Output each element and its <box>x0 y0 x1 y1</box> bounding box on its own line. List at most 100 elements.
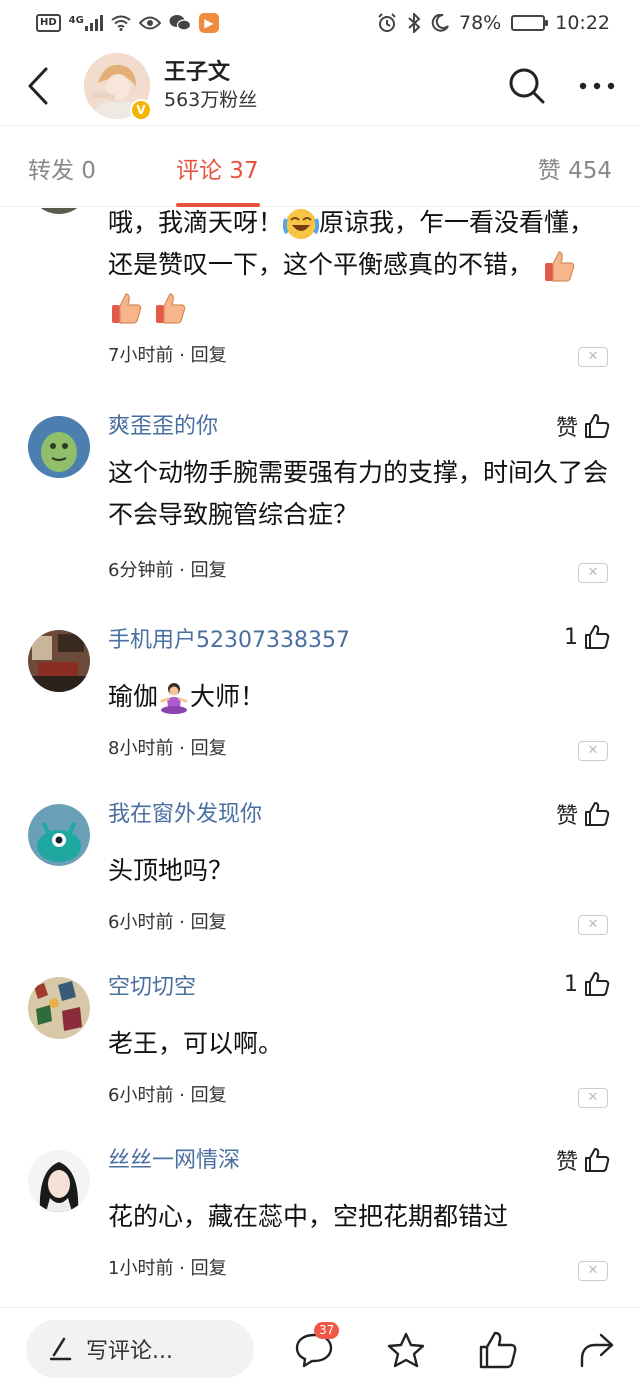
yoga-emoji-icon <box>160 683 188 714</box>
comment-text: 花的心，藏在蕊中，空把花期都错过 <box>108 1202 509 1231</box>
author-info: 王子文 563万粉丝 <box>164 59 492 113</box>
post-tabs: 转发 0 评论 37 赞 454 <box>0 127 640 207</box>
bottom-action-bar: 写评论... 37 <box>0 1307 640 1387</box>
comment-like-button[interactable]: 赞 <box>556 410 610 442</box>
thumbs-up-icon <box>585 802 610 826</box>
back-arrow-icon <box>28 67 48 104</box>
share-button[interactable] <box>574 1328 618 1372</box>
commenter-name[interactable]: 丝丝一网情深 <box>108 1146 240 1176</box>
status-bar: HD 4G ▶ 78% 10:22 <box>0 0 640 46</box>
thumbs-up-icon <box>479 1331 517 1369</box>
comment-like-count: 1 <box>564 624 578 650</box>
comment-meta[interactable]: 1小时前 · 回复 <box>108 1256 227 1282</box>
wifi-icon <box>111 15 131 31</box>
active-tab-indicator <box>176 203 260 207</box>
pencil-icon <box>50 1337 72 1361</box>
comment-button[interactable]: 37 <box>292 1322 340 1372</box>
share-arrow-icon <box>580 1333 614 1368</box>
tab-like[interactable]: 赞 454 <box>538 127 612 207</box>
comment-like-label: 赞 <box>555 416 578 441</box>
tab-comment[interactable]: 评论 37 <box>176 127 259 207</box>
commenter-avatar[interactable] <box>28 977 90 1039</box>
author-name[interactable]: 王子文 <box>164 59 492 87</box>
comment-like-button[interactable]: 赞 <box>556 798 610 830</box>
comment-text: 这个动物手腕需要强有力的支撑，时间久了会不会导致腕管综合症？ <box>108 458 609 529</box>
search-icon <box>509 68 545 103</box>
comment-meta[interactable]: 6分钟前 · 回复 <box>108 558 227 584</box>
thumbs-up-icon <box>585 972 610 996</box>
commenter-avatar[interactable] <box>28 1150 90 1212</box>
battery-icon <box>511 15 549 31</box>
wechat-icon <box>169 15 191 31</box>
commenter-name[interactable]: 空切切空 <box>108 973 196 1003</box>
hd-indicator: HD <box>36 14 61 32</box>
avatar-dino-image <box>28 416 90 478</box>
write-comment-input[interactable]: 写评论... <box>26 1320 254 1378</box>
dismiss-button[interactable]: ✕ <box>578 915 608 935</box>
write-comment-placeholder: 写评论... <box>86 1339 173 1364</box>
eye-icon <box>138 16 161 30</box>
commenter-avatar[interactable] <box>28 208 90 214</box>
back-button[interactable] <box>0 46 76 126</box>
comment-meta[interactable]: 7小时前 · 回复 <box>108 343 227 369</box>
comment-count-badge: 37 <box>314 1322 340 1339</box>
commenter-name[interactable]: 手机用户52307338357 <box>108 626 350 656</box>
dismiss-button[interactable]: ✕ <box>578 1088 608 1108</box>
bluetooth-icon <box>408 13 421 33</box>
comment-text: 哦，我滴天呀！ 原谅我，乍一看没看懂，还是赞叹一下，这个平衡感真的不错， <box>108 208 610 328</box>
more-button[interactable] <box>562 46 632 126</box>
commenter-name[interactable]: 我在窗外发现你 <box>108 800 262 830</box>
comment-like-button[interactable]: 1 <box>564 971 610 997</box>
comment-text: 瑜伽 大师！ <box>108 676 610 718</box>
avatar-monster-image <box>28 804 90 866</box>
comment-meta[interactable]: 8小时前 · 回复 <box>108 736 227 762</box>
profile-header: V 王子文 563万粉丝 <box>0 46 640 126</box>
avatar-room-image <box>28 630 90 692</box>
clock: 10:22 <box>555 12 610 34</box>
commenter-avatar[interactable] <box>28 630 90 692</box>
author-avatar[interactable]: V <box>84 52 152 121</box>
avatar-woman-image <box>28 1150 90 1212</box>
signal-icon <box>84 15 103 31</box>
search-button[interactable] <box>492 46 562 126</box>
thumbs-up-icon <box>585 625 610 649</box>
comment-text: 老王，可以啊。 <box>108 1029 284 1058</box>
moon-icon <box>431 14 449 32</box>
dismiss-button[interactable]: ✕ <box>578 741 608 761</box>
status-right: 78% 10:22 <box>377 12 610 34</box>
commenter-avatar[interactable] <box>28 804 90 866</box>
dismiss-button[interactable]: ✕ <box>578 563 608 583</box>
comment-like-button[interactable]: 赞 <box>556 1144 610 1176</box>
battery-percent: 78% <box>459 12 502 34</box>
more-dots-icon <box>579 82 615 89</box>
verified-badge: V <box>130 98 152 121</box>
comment-like-count: 1 <box>564 971 578 997</box>
thumbs-up-emoji-icon <box>544 251 575 282</box>
commenter-avatar[interactable] <box>28 416 90 478</box>
dismiss-button[interactable]: ✕ <box>578 1261 608 1281</box>
comment-like-label: 赞 <box>555 804 578 829</box>
alarm-icon <box>378 13 396 32</box>
comment-like-label: 赞 <box>555 1150 578 1175</box>
tab-repost[interactable]: 转发 0 <box>28 127 96 207</box>
thumbs-up-icon <box>585 414 610 438</box>
status-left: HD 4G ▶ <box>36 13 219 33</box>
app-notification-icon: ▶ <box>198 13 219 33</box>
star-icon <box>387 1332 425 1368</box>
commenter-name[interactable]: 爽歪歪的你 <box>108 412 218 442</box>
thumbs-up-emoji-icon <box>155 293 186 324</box>
comment-text: 头顶地吗？ <box>108 856 234 885</box>
like-button[interactable] <box>476 1328 520 1372</box>
network-indicator: 4G <box>69 15 103 31</box>
laugh-cry-emoji-icon <box>283 209 320 239</box>
thumbs-up-icon <box>585 1148 610 1172</box>
comment-like-button[interactable]: 1 <box>564 624 610 650</box>
dismiss-button[interactable]: ✕ <box>578 347 608 367</box>
comment-meta[interactable]: 6小时前 · 回复 <box>108 1083 227 1109</box>
thumbs-up-emoji-icon <box>112 293 142 324</box>
author-fans-count: 563万粉丝 <box>164 88 258 111</box>
comment-meta[interactable]: 6小时前 · 回复 <box>108 910 227 936</box>
comment-list: 哦，我滴天呀！ 原谅我，乍一看没看懂，还是赞叹一下，这个平衡感真的不错， 7小时前… <box>0 208 640 1308</box>
avatar-art-image <box>28 977 90 1039</box>
favorite-button[interactable] <box>384 1328 428 1372</box>
